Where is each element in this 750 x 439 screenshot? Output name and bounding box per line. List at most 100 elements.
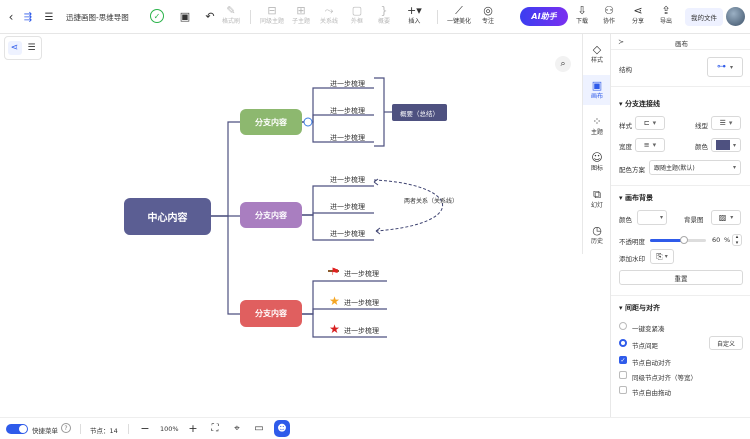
- rail-theme[interactable]: ⁘ 主题: [583, 111, 611, 141]
- ai-assistant-button[interactable]: AI助手: [520, 7, 568, 26]
- opacity-slider[interactable]: [650, 236, 706, 244]
- minimap-icon[interactable]: ▭: [253, 422, 265, 435]
- summary-button[interactable]: } 概要: [378, 4, 390, 26]
- structure-select[interactable]: ⊶ ▾: [707, 57, 743, 77]
- quick-menu-toggle[interactable]: [6, 424, 28, 434]
- red-star-icon: ★: [329, 322, 340, 336]
- theme-icon: ⁘: [592, 115, 602, 128]
- image-icon: ▨: [718, 213, 727, 222]
- line-color-select[interactable]: ▾: [711, 138, 741, 152]
- star-icon: ★: [329, 294, 340, 308]
- zoom-level[interactable]: 100%: [160, 425, 179, 433]
- opacity-stepper[interactable]: ▴ ▾: [732, 234, 742, 246]
- same-level-checkbox[interactable]: [619, 371, 627, 379]
- chevron-down-icon: ▾: [735, 240, 739, 246]
- compact-radio[interactable]: [619, 322, 627, 330]
- structure-label: 结构: [619, 66, 632, 74]
- reset-button[interactable]: 重置: [619, 270, 743, 285]
- avatar[interactable]: [726, 7, 745, 26]
- scheme-label: 配色方案: [619, 166, 645, 174]
- leaf-node[interactable]: 进一步梳理: [344, 326, 379, 336]
- menu-icon[interactable]: ☰: [42, 10, 56, 24]
- leaf-node[interactable]: 进一步梳理: [330, 133, 365, 143]
- summary-node[interactable]: 概要（总结）: [392, 104, 447, 121]
- export-icon: ⇪: [661, 4, 671, 17]
- opacity-slider-handle[interactable]: [679, 236, 688, 244]
- line-style-select[interactable]: ⊏ ▾: [635, 116, 665, 130]
- sibling-topic-button[interactable]: ⊟ 同级主题: [260, 4, 284, 26]
- back-icon[interactable]: ‹: [5, 10, 17, 24]
- leaf-node[interactable]: 进一步梳理: [330, 229, 365, 239]
- rail-icon[interactable]: ☺ 图标: [583, 147, 611, 177]
- rail-history[interactable]: ◷ 历史: [583, 220, 611, 250]
- history-icon: ◷: [592, 224, 602, 237]
- collab-button[interactable]: ⚇ 协作: [603, 4, 615, 26]
- chevron-down-icon: ▾: [732, 164, 736, 171]
- structure-icon: ⊶: [716, 62, 726, 72]
- download-button[interactable]: ⇩ 下载: [576, 4, 588, 26]
- line-width-select[interactable]: ≡ ▾: [635, 138, 665, 152]
- chevron-down-icon: ▾: [659, 214, 663, 221]
- leaf-node[interactable]: 进一步梳理: [330, 202, 365, 212]
- line-type-select[interactable]: ☰ ▾: [711, 116, 741, 130]
- opacity-slider-fill: [650, 239, 684, 242]
- focus-button[interactable]: ◎ 专注: [482, 4, 494, 26]
- top-toolbar: ‹ ⇶ ☰ 迅捷画图-思维导图 ✓ ▣ ↶ ✎ 格式刷 ⊟ 同级主题 ⊞ 子主题 ⤳ 关…: [0, 0, 750, 34]
- zoom-out-icon[interactable]: −: [139, 422, 151, 435]
- saved-check-icon: ✓: [150, 9, 164, 23]
- node-spacing-label: 节点间距: [632, 342, 658, 350]
- relation-label[interactable]: 两者关系（关系线）: [404, 196, 458, 205]
- line-type-label: 线型: [695, 122, 708, 130]
- locate-icon[interactable]: ⌖: [231, 422, 243, 435]
- custom-button[interactable]: 自定义: [709, 336, 743, 350]
- scheme-select[interactable]: 跟随主题(默认) ▾: [649, 160, 741, 175]
- zoom-in-icon[interactable]: +: [187, 422, 199, 435]
- leaf-node[interactable]: 进一步梳理: [344, 269, 379, 279]
- beautify-button[interactable]: ⟋ 一键美化: [447, 4, 471, 26]
- node-spacing-radio[interactable]: [619, 339, 627, 347]
- opacity-label: 不透明度: [619, 238, 645, 246]
- relation-icon: ⤳: [324, 4, 334, 17]
- color-swatch: [715, 140, 730, 150]
- fit-screen-icon[interactable]: ⛶: [209, 422, 221, 435]
- root-node[interactable]: 中心内容: [124, 198, 211, 235]
- save-icon[interactable]: ▣: [178, 9, 192, 23]
- rail-style[interactable]: ◇ 样式: [583, 39, 611, 69]
- outline-button[interactable]: ▢ 外框: [351, 4, 363, 26]
- watermark-select[interactable]: ⎘ ▾: [650, 249, 674, 264]
- branch-node[interactable]: 分支内容: [240, 109, 302, 135]
- leaf-node[interactable]: 进一步梳理: [330, 106, 365, 116]
- child-topic-button[interactable]: ⊞ 子主题: [292, 4, 310, 26]
- relation-button[interactable]: ⤳ 关系线: [320, 4, 338, 26]
- robot-assistant-icon[interactable]: ☻: [274, 420, 290, 437]
- document-title[interactable]: 迅捷画图-思维导图: [66, 11, 129, 23]
- undo-icon[interactable]: ↶: [203, 9, 217, 23]
- branch-node[interactable]: 分支内容: [240, 202, 302, 228]
- bg-color-select[interactable]: ▾: [637, 210, 667, 225]
- help-icon[interactable]: ?: [61, 423, 71, 433]
- collapse-panel-icon[interactable]: ≻: [616, 37, 626, 47]
- leaf-node[interactable]: 进一步梳理: [344, 298, 379, 308]
- rail-slides[interactable]: ⧉ 幻灯: [583, 184, 611, 214]
- chevron-down-icon: ▾: [732, 141, 736, 149]
- bg-image-select[interactable]: ▨ ▾: [711, 210, 741, 225]
- leaf-node[interactable]: 进一步梳理: [330, 79, 365, 89]
- mindmap-canvas[interactable]: ⋖ ☰ ⌕ 中心内容 分支内容 分支内容 分支内容 概要（总结） 进一步梳理 进…: [0, 34, 582, 417]
- format-painter-button[interactable]: ✎ 格式刷: [222, 4, 240, 26]
- free-drag-checkbox[interactable]: [619, 386, 627, 394]
- side-rail: ◇ 样式 ▣ 画布 ⁘ 主题 ☺ 图标 ⧉ 幻灯 ◷ 历史: [582, 34, 611, 254]
- divider: [80, 424, 81, 434]
- status-bar: 快捷菜单 ? 节点：14 − 100% + ⛶ ⌖ ▭ ☻: [0, 417, 750, 439]
- canvas-icon: ▣: [591, 79, 603, 92]
- share-button[interactable]: ⋖ 分享: [632, 4, 644, 26]
- opacity-value: 60: [712, 236, 721, 244]
- insert-button[interactable]: +▾ 插入: [407, 4, 422, 26]
- leaf-node[interactable]: 进一步梳理: [330, 175, 365, 185]
- my-files-button[interactable]: 我的文件: [685, 8, 723, 26]
- branch-node[interactable]: 分支内容: [240, 300, 302, 327]
- node-count: 节点：14: [90, 427, 118, 435]
- rail-canvas[interactable]: ▣ 画布: [583, 75, 611, 105]
- export-button[interactable]: ⇪ 导出: [660, 4, 672, 26]
- child-icon: ⊞: [296, 4, 306, 17]
- auto-align-checkbox[interactable]: ✓: [619, 356, 627, 364]
